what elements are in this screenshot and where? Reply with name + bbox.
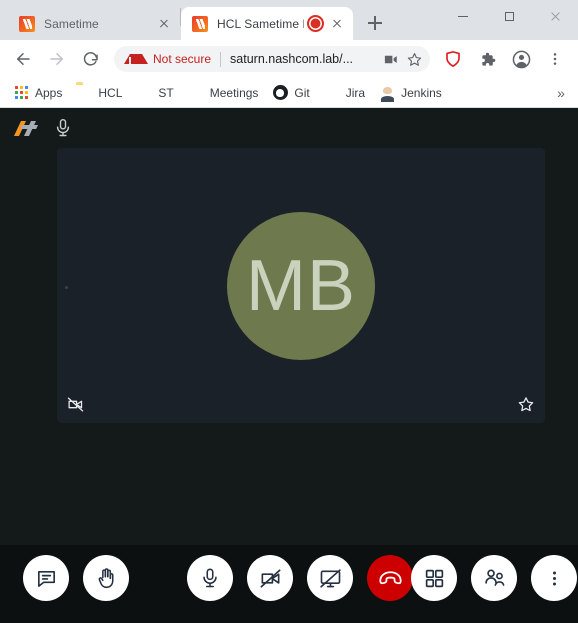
hcl-sametime-icon — [188, 85, 204, 101]
browser-window: Sametime HCL Sametime M Not secure satur… — [0, 0, 578, 623]
hcl-sametime-icon — [19, 15, 35, 32]
bookmark-label: Jira — [345, 85, 366, 100]
hcl-sametime-icon — [192, 15, 208, 32]
new-tab-button[interactable] — [361, 9, 389, 37]
bookmark-label: HCL — [98, 85, 123, 100]
chat-button[interactable] — [23, 555, 69, 601]
bookmarks-overflow-button[interactable]: » — [550, 82, 572, 104]
bookmark-apps[interactable]: Apps — [6, 82, 69, 104]
raise-hand-button[interactable] — [83, 555, 129, 601]
participants-button[interactable] — [471, 555, 517, 601]
github-icon — [272, 85, 288, 101]
recording-indicator-icon[interactable] — [307, 15, 324, 32]
microphone-button[interactable] — [187, 555, 233, 601]
star-pin-icon[interactable] — [518, 396, 535, 413]
reload-icon[interactable] — [77, 45, 105, 73]
avatar-initials: MB — [246, 245, 356, 326]
bookmark-git[interactable]: Git — [265, 82, 316, 104]
bookmark-label: Meetings — [209, 85, 259, 100]
close-icon[interactable] — [156, 16, 172, 32]
url-text: saturn.nashcom.lab/... — [230, 52, 354, 66]
sametime-meeting-app: MB — [0, 108, 578, 623]
meeting-stage: MB — [0, 148, 578, 545]
tab-title: HCL Sametime M — [217, 16, 304, 31]
hcl-logo — [13, 120, 39, 137]
more-options-button[interactable] — [531, 555, 577, 601]
browser-toolbar: Not secure saturn.nashcom.lab/... — [0, 40, 578, 78]
omnibox-divider — [220, 51, 222, 67]
tab-title: Sametime — [44, 16, 99, 31]
bookmarks-bar: Apps HCL ST Meetings Git Jira Jenkins » — [0, 78, 578, 108]
bookmark-star-icon[interactable] — [402, 47, 426, 71]
close-window-button[interactable] — [532, 0, 578, 32]
app-header — [0, 108, 578, 148]
hang-up-button[interactable] — [367, 555, 413, 601]
browser-tab-1[interactable]: Sametime — [8, 7, 180, 40]
share-screen-button[interactable] — [307, 555, 353, 601]
extensions-puzzle-icon[interactable] — [473, 45, 501, 73]
browser-tab-2[interactable]: HCL Sametime M — [181, 7, 353, 40]
address-bar[interactable]: Not secure saturn.nashcom.lab/... — [114, 46, 430, 72]
meeting-control-bar — [0, 545, 578, 623]
window-controls — [440, 0, 578, 32]
maximize-button[interactable] — [486, 0, 532, 32]
close-icon[interactable] — [329, 16, 345, 32]
bookmark-jenkins[interactable]: Jenkins — [372, 82, 449, 104]
bookmark-label: Jenkins — [401, 85, 442, 100]
jenkins-icon — [379, 85, 395, 101]
video-off-icon — [67, 396, 84, 413]
not-secure-warning-icon — [124, 54, 148, 64]
jira-icon — [324, 85, 340, 101]
shield-extension-icon[interactable] — [439, 45, 467, 73]
omnibox-icons — [378, 47, 426, 71]
tile-indicator-dot — [65, 285, 68, 289]
camera-button[interactable] — [247, 555, 293, 601]
bookmark-meetings[interactable]: Meetings — [181, 82, 266, 104]
bookmark-jira[interactable]: Jira — [317, 82, 372, 104]
hcl-sametime-icon — [136, 85, 152, 101]
participant-video-tile[interactable]: MB — [57, 148, 545, 423]
bookmark-hcl[interactable]: HCL — [69, 82, 129, 104]
tab-strip: Sametime HCL Sametime M — [0, 0, 578, 40]
bookmark-st[interactable]: ST — [129, 82, 180, 104]
folder-icon — [76, 85, 92, 101]
forward-icon[interactable] — [43, 45, 71, 73]
security-status-label: Not secure — [153, 52, 212, 66]
chrome-menu-icon[interactable] — [541, 45, 569, 73]
apps-grid-icon — [13, 85, 29, 101]
microphone-icon[interactable] — [53, 118, 73, 138]
bookmark-label: Git — [294, 85, 310, 100]
bookmark-label: Apps — [35, 85, 63, 100]
bookmark-label: ST — [158, 85, 174, 100]
media-cast-icon[interactable] — [378, 47, 402, 71]
avatar: MB — [227, 211, 375, 360]
layout-button[interactable] — [411, 555, 457, 601]
profile-avatar-icon[interactable] — [507, 45, 535, 73]
back-icon[interactable] — [9, 45, 37, 73]
minimize-button[interactable] — [440, 0, 486, 32]
